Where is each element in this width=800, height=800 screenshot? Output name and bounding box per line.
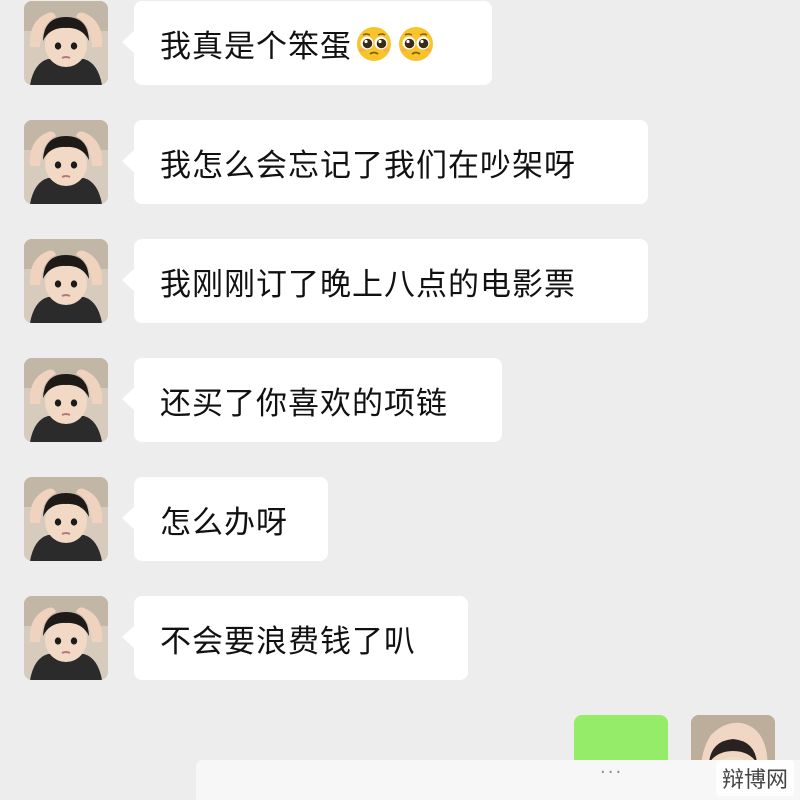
message-text: 不会要浪费钱了叭 [160, 623, 416, 660]
avatar-image-icon [24, 120, 108, 204]
message-row: 还买了你喜欢的项链 [24, 358, 502, 442]
avatar-image-icon [24, 596, 108, 680]
message-bubble[interactable]: 还买了你喜欢的项链 [122, 358, 502, 442]
message-row: 我真是个笨蛋 [24, 1, 492, 85]
message-bubble[interactable]: 我刚刚订了晚上八点的电影票 [122, 239, 648, 323]
pleading-face-icon [396, 23, 436, 63]
message-bubble[interactable]: 我真是个笨蛋 [122, 1, 492, 85]
avatar-image-icon [24, 477, 108, 561]
message-row: 我刚刚订了晚上八点的电影票 [24, 239, 648, 323]
message-row: 怎么办呀 [24, 477, 328, 561]
avatar-image-icon [24, 239, 108, 323]
composer-bar[interactable] [196, 760, 800, 800]
pleading-face-icon [354, 23, 394, 63]
more-options-icon[interactable]: ··· [600, 762, 623, 783]
contact-avatar[interactable] [24, 477, 108, 561]
avatar-image-icon [24, 1, 108, 85]
message-text: 还买了你喜欢的项链 [160, 385, 448, 422]
contact-avatar[interactable] [24, 239, 108, 323]
contact-avatar[interactable] [24, 1, 108, 85]
contact-avatar[interactable] [24, 120, 108, 204]
message-text: 我真是个笨蛋 [160, 28, 352, 65]
message-bubble[interactable]: 不会要浪费钱了叭 [122, 596, 468, 680]
message-row: 我怎么会忘记了我们在吵架呀 [24, 120, 648, 204]
message-text: 怎么办呀 [160, 504, 288, 541]
message-bubble[interactable]: 我怎么会忘记了我们在吵架呀 [122, 120, 648, 204]
watermark: 辩博网 [715, 760, 794, 796]
avatar-image-icon [24, 358, 108, 442]
message-text: 我刚刚订了晚上八点的电影票 [160, 266, 576, 303]
message-bubble[interactable]: 怎么办呀 [122, 477, 328, 561]
contact-avatar[interactable] [24, 358, 108, 442]
contact-avatar[interactable] [24, 596, 108, 680]
message-row: 不会要浪费钱了叭 [24, 596, 468, 680]
message-text: 我怎么会忘记了我们在吵架呀 [160, 147, 576, 184]
